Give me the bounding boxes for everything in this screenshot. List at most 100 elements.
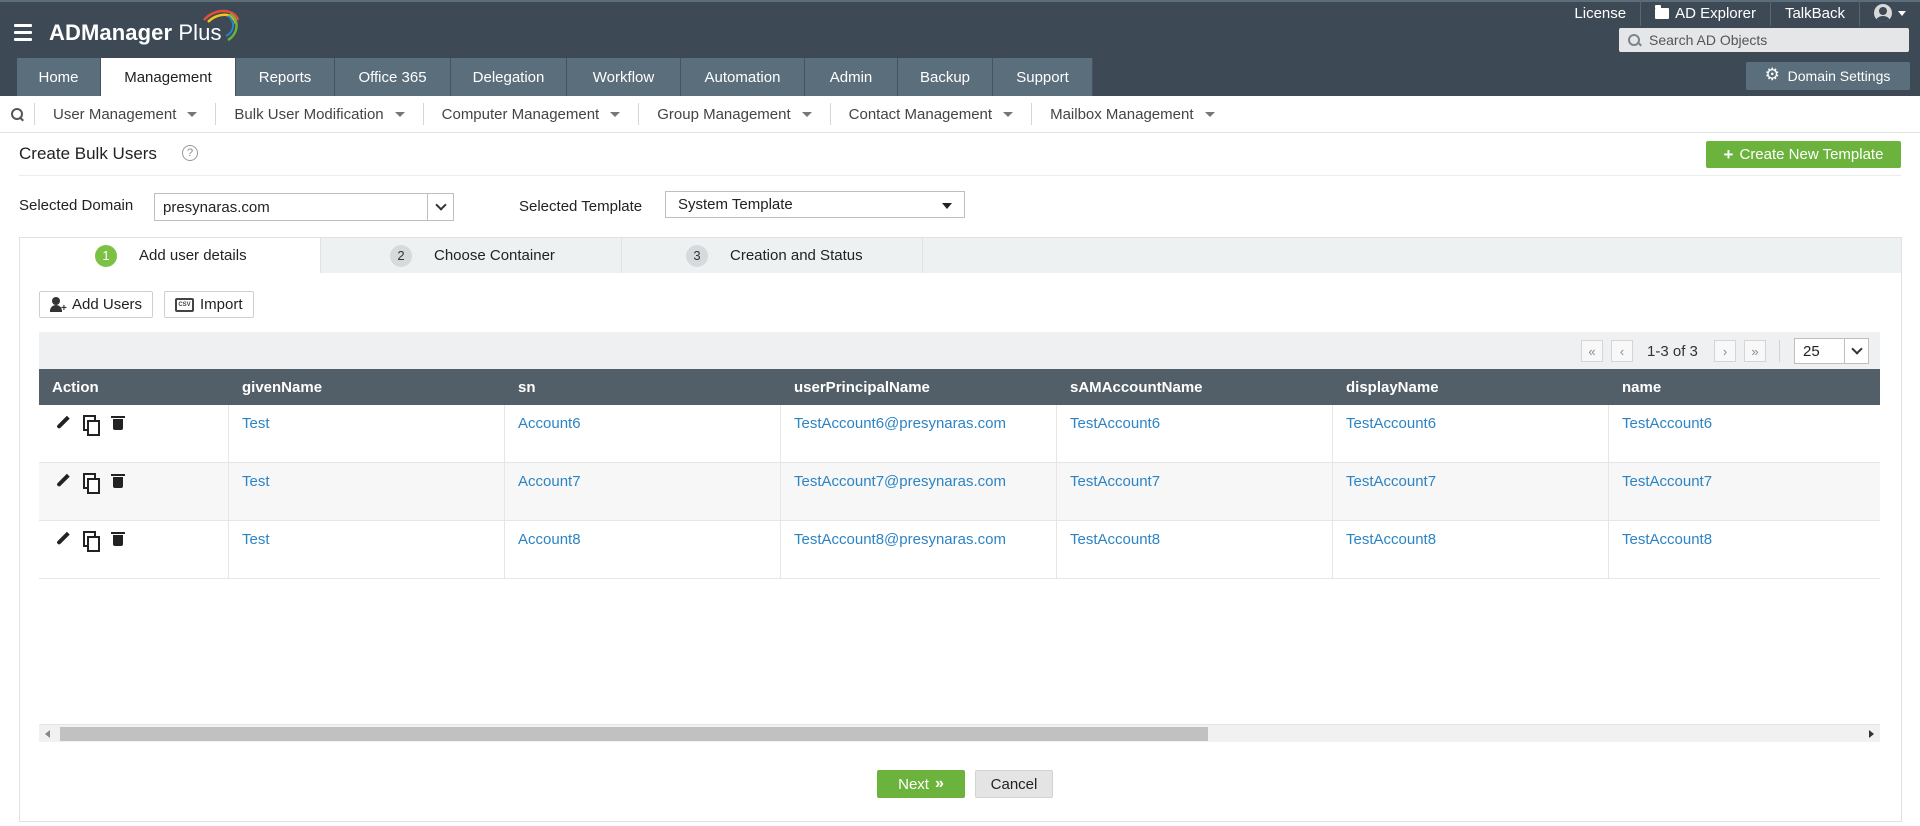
tab-support[interactable]: Support	[993, 58, 1093, 96]
help-icon[interactable]: ?	[182, 145, 198, 161]
grid-body: Test Account6 TestAccount6@presynaras.co…	[39, 405, 1880, 579]
search-input[interactable]	[1649, 32, 1899, 48]
cell-displayname[interactable]: TestAccount7	[1333, 463, 1609, 520]
delete-icon[interactable]	[110, 473, 126, 491]
step-number: 3	[686, 244, 708, 267]
user-avatar-icon	[1874, 4, 1892, 22]
cell-name[interactable]: TestAccount6	[1609, 405, 1880, 462]
copy-icon[interactable]	[82, 415, 100, 436]
cell-givenname[interactable]: Test	[229, 521, 505, 578]
add-users-button[interactable]: + Add Users	[39, 291, 154, 318]
hamburger-menu-icon[interactable]	[14, 24, 32, 41]
scroll-right-icon[interactable]	[1869, 730, 1874, 738]
tab-admin[interactable]: Admin	[805, 58, 898, 96]
tab-automation[interactable]: Automation	[681, 58, 805, 96]
last-page-button[interactable]: »	[1744, 340, 1766, 362]
domain-select[interactable]: presynaras.com	[154, 193, 454, 221]
scrollbar-thumb[interactable]	[60, 727, 1208, 741]
talkback-label: TalkBack	[1784, 4, 1845, 22]
cancel-button[interactable]: Cancel	[975, 770, 1053, 798]
tab-home[interactable]: Home	[17, 58, 101, 96]
cell-givenname[interactable]: Test	[229, 463, 505, 520]
next-page-button[interactable]: ›	[1714, 340, 1736, 362]
app-logo[interactable]: ADManager Plus	[49, 20, 222, 46]
import-button[interactable]: CSV Import	[164, 291, 254, 318]
delete-icon[interactable]	[110, 415, 126, 433]
step-creation-and-status[interactable]: 3 Creation and Status	[622, 238, 923, 273]
column-header-userprincipalname[interactable]: userPrincipalName	[781, 379, 1057, 396]
submenu-user-management[interactable]: User Management	[34, 103, 215, 125]
cell-userprincipalname[interactable]: TestAccount6@presynaras.com	[781, 405, 1057, 462]
submenu-group-management[interactable]: Group Management	[638, 103, 829, 125]
create-template-label: Create New Template	[1739, 146, 1884, 163]
next-label: Next	[898, 775, 929, 793]
selected-domain-label: Selected Domain	[19, 197, 134, 214]
main-tabs: Home Management Reports Office 365 Deleg…	[17, 58, 1093, 96]
scroll-left-icon[interactable]	[45, 730, 50, 738]
cell-userprincipalname[interactable]: TestAccount7@presynaras.com	[781, 463, 1057, 520]
wizard-steps: 1 Add user details 2 Choose Container 3 …	[20, 238, 1901, 273]
cell-sn[interactable]: Account7	[505, 463, 781, 520]
cell-sn[interactable]: Account6	[505, 405, 781, 462]
copy-icon[interactable]	[82, 531, 100, 552]
delete-icon[interactable]	[110, 531, 126, 549]
domain-dropdown-button[interactable]	[427, 194, 453, 220]
search-icon[interactable]	[1619, 28, 1649, 52]
cell-displayname[interactable]: TestAccount8	[1333, 521, 1609, 578]
edit-icon[interactable]	[54, 473, 70, 491]
quick-search-icon[interactable]	[8, 105, 26, 123]
submenu-contact-management[interactable]: Contact Management	[829, 103, 1031, 125]
step-add-user-details[interactable]: 1 Add user details	[20, 238, 321, 273]
submenu-bulk-user-modification[interactable]: Bulk User Modification	[215, 103, 422, 125]
first-page-button[interactable]: «	[1581, 340, 1603, 362]
tab-office-365[interactable]: Office 365	[335, 58, 451, 96]
submenu-label: Contact Management	[848, 105, 993, 123]
tab-delegation[interactable]: Delegation	[451, 58, 567, 96]
cell-name[interactable]: TestAccount7	[1609, 463, 1880, 520]
cell-samaccountname[interactable]: TestAccount7	[1057, 463, 1333, 520]
ad-explorer-link[interactable]: AD Explorer	[1640, 0, 1770, 26]
caret-down-icon	[1898, 10, 1906, 16]
copy-icon[interactable]	[82, 473, 100, 494]
license-link[interactable]: License	[1560, 0, 1640, 26]
cell-sn[interactable]: Account8	[505, 521, 781, 578]
column-header-sn[interactable]: sn	[505, 379, 781, 396]
cell-userprincipalname[interactable]: TestAccount8@presynaras.com	[781, 521, 1057, 578]
edit-icon[interactable]	[54, 415, 70, 433]
rows-per-page-select[interactable]: 25	[1794, 338, 1869, 364]
create-new-template-button[interactable]: + Create New Template	[1706, 141, 1901, 168]
heading-divider	[19, 175, 1901, 176]
tab-workflow[interactable]: Workflow	[567, 58, 681, 96]
column-header-name[interactable]: name	[1609, 379, 1880, 396]
next-button[interactable]: Next »	[877, 770, 965, 798]
column-header-givenname[interactable]: givenName	[229, 379, 505, 396]
tab-reports[interactable]: Reports	[236, 58, 335, 96]
edit-icon[interactable]	[54, 531, 70, 549]
step-label: Choose Container	[434, 247, 555, 264]
talkback-link[interactable]: TalkBack	[1769, 0, 1859, 26]
template-select[interactable]: System Template	[665, 191, 965, 218]
prev-page-button[interactable]: ‹	[1611, 340, 1633, 362]
submenu-mailbox-management[interactable]: Mailbox Management	[1031, 103, 1232, 125]
horizontal-scrollbar[interactable]	[39, 724, 1880, 742]
cell-givenname[interactable]: Test	[229, 405, 505, 462]
column-header-displayname[interactable]: displayName	[1333, 379, 1609, 396]
pagination-bar: « ‹ 1-3 of 3 › » 25	[39, 332, 1880, 369]
caret-down-icon	[610, 111, 621, 117]
step-choose-container[interactable]: 2 Choose Container	[321, 238, 622, 273]
user-menu[interactable]	[1859, 0, 1920, 26]
column-header-samaccountname[interactable]: sAMAccountName	[1057, 379, 1333, 396]
table-row: Test Account8 TestAccount8@presynaras.co…	[39, 521, 1880, 579]
domain-settings-button[interactable]: Domain Settings	[1746, 62, 1910, 90]
cell-name[interactable]: TestAccount8	[1609, 521, 1880, 578]
tab-management[interactable]: Management	[101, 58, 236, 96]
template-select-value: System Template	[678, 196, 793, 213]
cell-samaccountname[interactable]: TestAccount8	[1057, 521, 1333, 578]
submenu-computer-management[interactable]: Computer Management	[422, 103, 639, 125]
tab-backup[interactable]: Backup	[898, 58, 993, 96]
caret-down-icon	[801, 111, 812, 117]
rows-per-page-dropdown[interactable]	[1844, 339, 1868, 363]
table-row: Test Account6 TestAccount6@presynaras.co…	[39, 405, 1880, 463]
cell-displayname[interactable]: TestAccount6	[1333, 405, 1609, 462]
cell-samaccountname[interactable]: TestAccount6	[1057, 405, 1333, 462]
